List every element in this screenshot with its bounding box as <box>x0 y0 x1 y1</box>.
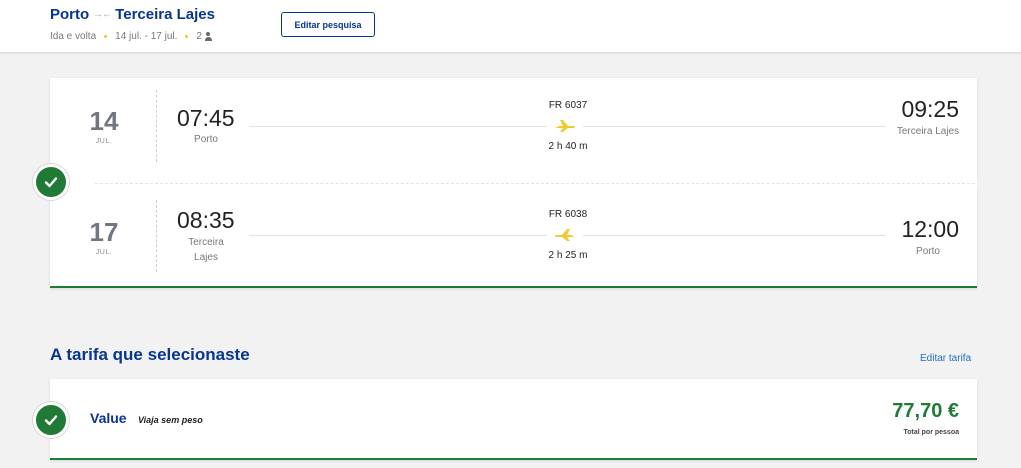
route-line <box>249 126 547 127</box>
trip-dates: 14 jul. - 17 jul. <box>115 31 178 42</box>
round-trip-arrows-icon: →← <box>93 9 112 20</box>
price-note: Total por pessoa <box>903 429 960 436</box>
selected-fare-card: Value Viaja sem peso 77,70 € Total por p… <box>50 379 977 460</box>
flight-divider <box>95 183 975 184</box>
flight-number: FR 6037 <box>548 100 588 111</box>
separator-dot <box>104 35 108 38</box>
flight-duration: 2 h 40 m <box>548 141 588 152</box>
arrival-time: 12:00 <box>901 216 959 242</box>
flight-number: FR 6038 <box>548 209 588 220</box>
fare-section-title: A tarifa que selecionaste <box>50 345 250 364</box>
fare-price: 77,70 € <box>892 400 959 422</box>
route-line <box>583 126 886 127</box>
arrival-time: 09:25 <box>901 96 959 122</box>
departure-time: 08:35 <box>177 207 235 233</box>
arrival-city: Terceira Lajes <box>896 126 960 137</box>
check-icon <box>33 402 69 438</box>
separator-dot <box>185 35 189 38</box>
origin-city: Porto <box>50 6 90 23</box>
person-icon <box>204 32 213 41</box>
flight-day: 17 <box>89 217 119 247</box>
card-notch <box>977 178 987 190</box>
return-flight[interactable]: 17 JUL. 08:35 Terceira Lajes FR 6038 2 h… <box>50 188 977 288</box>
plane-icon <box>555 120 575 132</box>
destination-city: Terceira Lajes <box>115 6 215 23</box>
edit-search-button[interactable]: Editar pesquisa <box>281 12 375 37</box>
arrival-city: Porto <box>916 246 940 257</box>
edit-fare-link[interactable]: Editar tarifa <box>920 353 971 364</box>
trip-meta: Ida e volta 14 jul. - 17 jul. 2 <box>50 31 213 42</box>
date-divider <box>156 90 157 162</box>
fare-description: Viaja sem peso <box>138 415 203 425</box>
flight-month: JUL. <box>95 249 113 256</box>
departure-city: Porto <box>194 134 218 145</box>
fare-name: Value <box>90 410 127 426</box>
route-line <box>583 235 886 236</box>
route-title: Porto →← Terceira Lajes <box>50 6 215 23</box>
flight-month: JUL. <box>95 138 113 145</box>
search-summary-header: Porto →← Terceira Lajes Ida e volta 14 j… <box>0 0 1021 53</box>
selected-flights-card: 14 JUL. 07:45 Porto FR 6037 2 h 40 m 09:… <box>50 78 987 288</box>
departure-time: 07:45 <box>177 105 235 131</box>
check-icon <box>33 164 69 200</box>
date-divider <box>156 200 157 272</box>
passenger-count: 2 <box>196 31 202 42</box>
departure-city: Terceira Lajes <box>188 237 224 263</box>
flight-day: 14 <box>89 106 119 136</box>
trip-type: Ida e volta <box>50 31 97 42</box>
flight-duration: 2 h 25 m <box>548 250 588 261</box>
outbound-flight[interactable]: 14 JUL. 07:45 Porto FR 6037 2 h 40 m 09:… <box>50 78 977 178</box>
plane-icon <box>555 229 575 241</box>
route-line <box>249 235 547 236</box>
